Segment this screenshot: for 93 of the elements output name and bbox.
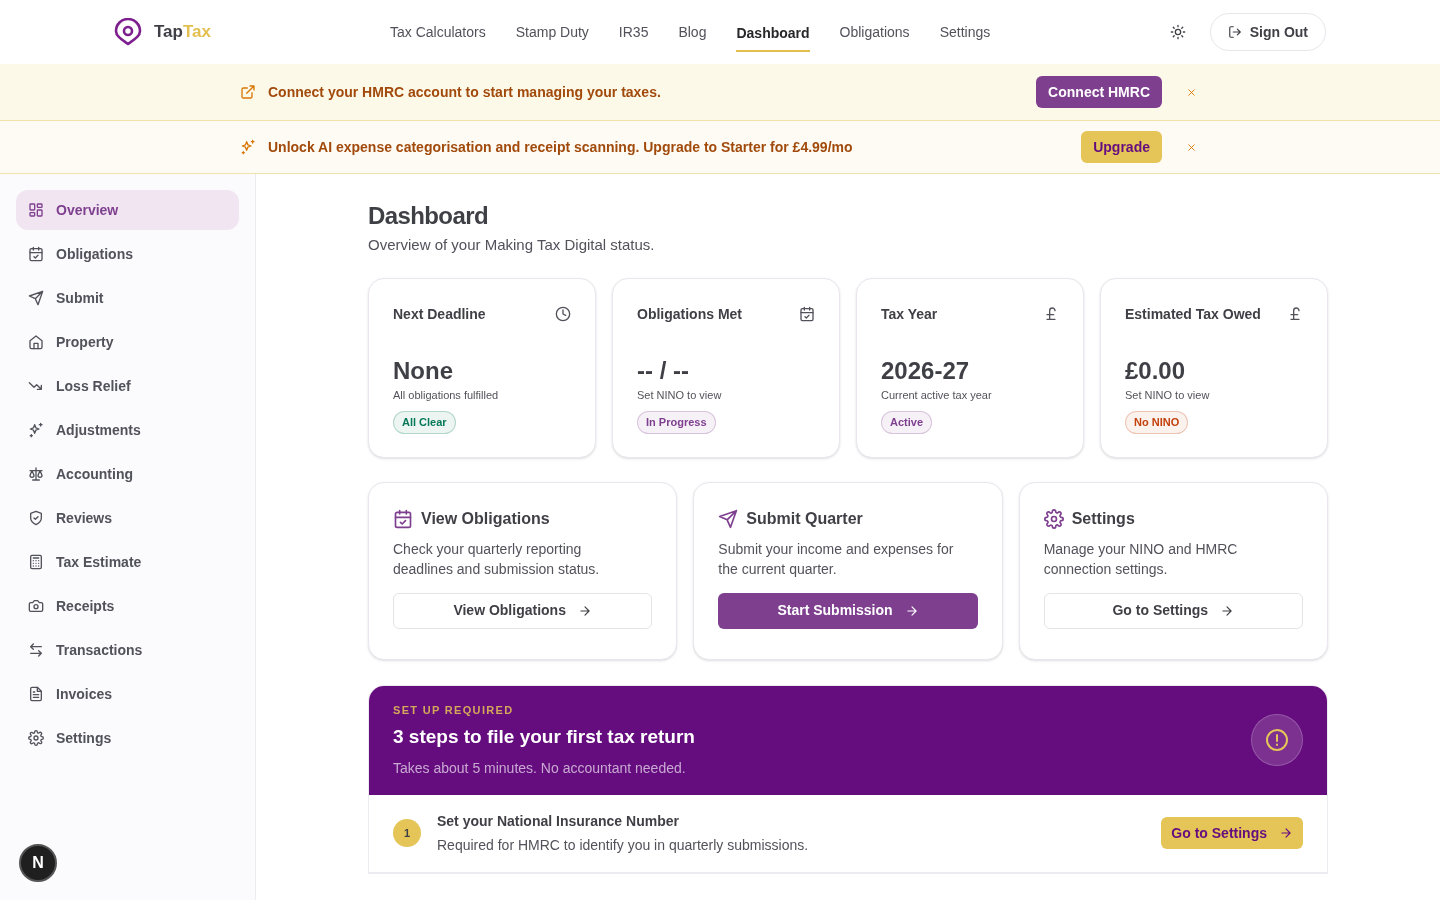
sparkle-icon (28, 422, 44, 438)
home-icon (28, 334, 44, 350)
nav-link[interactable]: IR35 (618, 0, 649, 64)
logo-icon (114, 18, 142, 46)
nav-link[interactable]: Tax Calculators (390, 0, 486, 64)
nav-link[interactable]: Settings (939, 0, 991, 64)
sidebar-item[interactable]: Transactions (16, 630, 239, 670)
action-description: Submit your income and expenses for the current quarter. (718, 539, 955, 579)
close-icon (1186, 141, 1197, 153)
upgrade-button[interactable]: Upgrade (1081, 131, 1162, 163)
pound-icon (1043, 306, 1059, 322)
grid-icon (28, 202, 44, 218)
sun-icon[interactable] (1169, 24, 1186, 40)
pound-icon (1287, 306, 1303, 322)
action-title: Submit Quarter (746, 508, 863, 529)
nav-link[interactable]: Obligations (839, 0, 910, 64)
close-button[interactable] (1186, 141, 1197, 153)
external-link-icon (240, 84, 256, 100)
stat-value: 2026-27 (881, 356, 971, 385)
banner-text: Unlock AI expense categorisation and receipt scanning. Upgrade to Starter for £4.99/mo (268, 137, 854, 157)
sign-out-icon (1227, 25, 1242, 39)
sidebar-item[interactable]: Obligations (16, 234, 239, 274)
action-button[interactable]: Start Submission (718, 592, 978, 629)
step-button[interactable]: Go to Settings (1161, 817, 1303, 849)
sidebar-item[interactable]: Tax Estimate (16, 542, 239, 582)
send-icon (718, 508, 739, 529)
arrow-icon (1220, 603, 1235, 618)
stat-note: Set NINO to view (637, 387, 723, 403)
logo-text[interactable]: TapTax (154, 19, 211, 45)
camera-icon (28, 598, 44, 614)
stat-title: Tax Year (881, 304, 938, 324)
avatar[interactable]: N (19, 844, 57, 882)
settings-icon (28, 730, 44, 746)
step-description: Required for HMRC to identify you in quarterly submissions. (437, 835, 810, 855)
sidebar-item[interactable]: Settings (16, 718, 239, 758)
arrow-icon (577, 603, 592, 618)
arrow-icon (904, 603, 919, 618)
action-title: Settings (1071, 508, 1135, 529)
arrow-icon (1279, 826, 1293, 840)
shield-icon (28, 510, 44, 526)
sparkle-icon (240, 139, 256, 155)
sidebar-item[interactable]: Property (16, 322, 239, 362)
connect-button[interactable]: Connect HMRC (1036, 76, 1162, 108)
stat-value: -- / -- (637, 356, 690, 385)
scale-icon (28, 466, 44, 482)
stat-title: Next Deadline (393, 304, 486, 324)
sidebar-item[interactable]: Invoices (16, 674, 239, 714)
nav-link[interactable]: Stamp Duty (515, 0, 589, 64)
clock-icon (555, 306, 571, 322)
page-title: Dashboard (368, 201, 489, 231)
status-badge: All Clear (393, 411, 456, 434)
sidebar-item[interactable]: Accounting (16, 454, 239, 494)
document-icon (28, 686, 44, 702)
sidebar-item[interactable]: Reviews (16, 498, 239, 538)
sidebar-item[interactable]: Loss Relief (16, 366, 239, 406)
action-description: Check your quarterly reporting deadlines and submission status. (393, 539, 601, 579)
action-title: View Obligations (421, 508, 550, 529)
setup-eyebrow: SET UP REQUIRED (393, 702, 515, 718)
send-icon (28, 290, 44, 306)
status-badge: Active (881, 411, 933, 434)
calculator-icon (28, 554, 44, 570)
stat-value: £0.00 (1125, 356, 1187, 385)
stat-note: Current active tax year (881, 387, 993, 403)
calendar-icon (28, 246, 44, 262)
status-badge: No NINO (1125, 411, 1189, 434)
action-button[interactable]: View Obligations (393, 592, 653, 629)
sidebar-item[interactable]: Receipts (16, 586, 239, 626)
stat-title: Estimated Tax Owed (1125, 304, 1261, 324)
stat-title: Obligations Met (637, 304, 742, 324)
stat-note: All obligations fulfilled (393, 387, 500, 403)
nav-link[interactable]: Dashboard (736, 0, 810, 64)
page-subtitle: Overview of your Making Tax Digital status. (368, 235, 656, 255)
settings-icon (1043, 508, 1064, 529)
step-number: 1 (393, 819, 421, 847)
action-description: Manage your NINO and HMRC connection settings. (1043, 539, 1239, 579)
action-button[interactable]: Go to Settings (1043, 592, 1303, 629)
alert-icon (1265, 728, 1289, 752)
step-title: Set your National Insurance Number (437, 811, 680, 831)
nav-link[interactable]: Blog (678, 0, 707, 64)
setup-subtitle: Takes about 5 minutes. No accountant needed. (393, 758, 687, 778)
sidebar-item[interactable]: Submit (16, 278, 239, 318)
swap-icon (28, 642, 44, 658)
close-button[interactable] (1186, 86, 1197, 98)
sidebar-item[interactable]: Overview (16, 190, 239, 230)
close-icon (1186, 86, 1197, 98)
status-badge: In Progress (637, 411, 716, 434)
sidebar-item[interactable]: Adjustments (16, 410, 239, 450)
calendar-icon (393, 508, 413, 529)
calendar-icon (799, 306, 815, 322)
setup-title: 3 steps to file your first tax return (393, 725, 696, 749)
stat-value: None (393, 356, 454, 385)
banner-text: Connect your HMRC account to start managing your taxes. (268, 82, 662, 102)
stat-note: Set NINO to view (1125, 387, 1211, 403)
